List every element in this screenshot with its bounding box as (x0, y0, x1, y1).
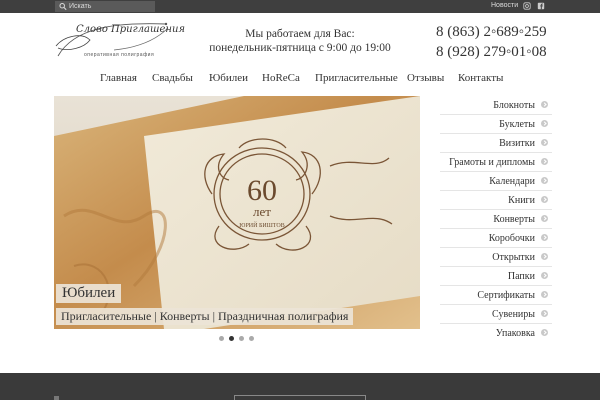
chevron-right-icon (541, 329, 548, 336)
sidebar-item-envelopes[interactable]: Конверты (440, 210, 552, 229)
slider-dot-2[interactable] (229, 336, 234, 341)
sidebar-item-label: Папки (507, 271, 535, 282)
slider-dot-4[interactable] (249, 336, 254, 341)
sidebar-item-souvenirs[interactable]: Сувениры (440, 305, 552, 324)
chevron-right-icon (541, 253, 548, 260)
phone-block: 8 (863) 2◦689◦259 8 (928) 279◦01◦08 (436, 22, 556, 62)
sidebar-item-label: Визитки (499, 138, 535, 149)
chevron-right-icon (541, 310, 548, 317)
sidebar-item-calendars[interactable]: Календари (440, 172, 552, 191)
slide-caption-title[interactable]: Юбилеи (56, 284, 122, 303)
phone-1[interactable]: 8 (863) 2◦689◦259 (436, 22, 556, 42)
sidebar-item-label: Открытки (492, 252, 535, 263)
phone-2[interactable]: 8 (928) 279◦01◦08 (436, 42, 556, 62)
nav-item-home[interactable]: Главная (100, 72, 137, 84)
sidebar-item-label: Упаковка (495, 328, 535, 339)
working-hours: Мы работаем для Вас: понедельник-пятница… (200, 27, 400, 55)
logo-subtitle: оперативная полиграфия (84, 52, 155, 58)
chevron-right-icon (541, 139, 548, 146)
logo-script-text: Слово Приглашения (76, 24, 186, 35)
chevron-right-icon (541, 215, 548, 222)
sidebar-item-label: Сувениры (492, 309, 535, 320)
card-number: 60 (247, 174, 277, 207)
sidebar-item-diplomas[interactable]: Грамоты и дипломы (440, 153, 552, 172)
chevron-right-icon (541, 120, 548, 127)
sidebar-item-label: Блокноты (493, 100, 535, 111)
sidebar-item-boxes[interactable]: Коробочки (440, 229, 552, 248)
working-hours-days: понедельник-пятница с 9:00 до 19:00 (209, 42, 391, 54)
sidebar-item-booklets[interactable]: Буклеты (440, 115, 552, 134)
search-input[interactable] (69, 1, 153, 12)
chevron-right-icon (541, 158, 548, 165)
nav-item-weddings[interactable]: Свадьбы (152, 72, 193, 84)
sidebar-item-label: Конверты (493, 214, 535, 225)
sidebar-item-packaging[interactable]: Упаковка (440, 324, 552, 343)
sidebar-item-label: Сертификаты (477, 290, 535, 301)
nav-item-invitations[interactable]: Пригласительные (315, 72, 398, 84)
sidebar-item-books[interactable]: Книги (440, 191, 552, 210)
nav-item-anniversaries[interactable]: Юбилеи (209, 72, 248, 84)
logo[interactable]: Слово Приглашения оперативная полиграфия (54, 18, 185, 63)
search-box[interactable] (55, 1, 155, 12)
chevron-right-icon (541, 234, 548, 241)
slider-dot-3[interactable] (239, 336, 244, 341)
facebook-icon[interactable] (537, 2, 545, 10)
sidebar-item-label: Грамоты и дипломы (449, 157, 535, 168)
card-word: лет (253, 204, 271, 219)
sidebar-item-label: Книги (508, 195, 535, 206)
sidebar-item-certificates[interactable]: Сертификаты (440, 286, 552, 305)
nav-item-contacts[interactable]: Контакты (458, 72, 503, 84)
search-icon (59, 2, 67, 11)
sidebar-item-folders[interactable]: Папки (440, 267, 552, 286)
sidebar-item-postcards[interactable]: Открытки (440, 248, 552, 267)
slider-dot-1[interactable] (219, 336, 224, 341)
card-name: ЮРИЙ БИШТОВ (239, 221, 284, 229)
nav-item-horeca[interactable]: HoReCa (262, 72, 300, 84)
chevron-right-icon (541, 291, 548, 298)
nav-item-reviews[interactable]: Отзывы (407, 72, 444, 84)
sidebar-item-label: Календари (489, 176, 535, 187)
top-bar: Новости (0, 0, 600, 13)
sidebar-item-notepads[interactable]: Блокноты (440, 96, 552, 115)
chevron-right-icon (541, 101, 548, 108)
working-hours-title: Мы работаем для Вас: (245, 28, 355, 40)
sidebar-item-label: Коробочки (488, 233, 535, 244)
footer (0, 373, 600, 400)
footer-box (234, 395, 366, 400)
sidebar-item-business-cards[interactable]: Визитки (440, 134, 552, 153)
sidebar-item-label: Буклеты (499, 119, 535, 130)
chevron-right-icon (541, 177, 548, 184)
footer-mark (54, 396, 59, 400)
chevron-right-icon (541, 272, 548, 279)
instagram-icon[interactable] (523, 2, 531, 10)
chevron-right-icon (541, 196, 548, 203)
slide-caption-links[interactable]: Пригласительные | Конверты | Праздничная… (56, 308, 354, 325)
news-link[interactable]: Новости (491, 2, 518, 9)
